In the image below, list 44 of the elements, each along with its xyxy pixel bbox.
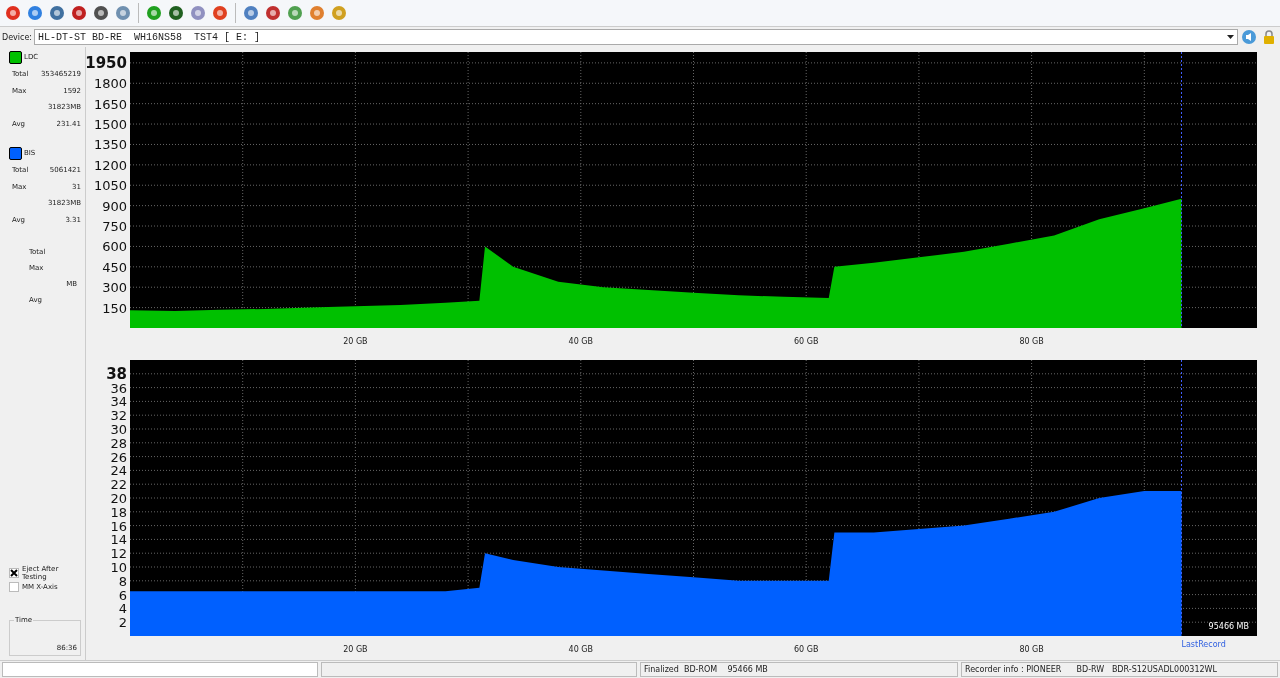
recorder-info-text: Recorder info : PIONEER BD-RW BDR-S12USADL000312WL xyxy=(961,662,1278,677)
y-tick-label: 8 xyxy=(118,573,127,589)
y-tick-label: 34 xyxy=(110,394,127,410)
y-tick-label: 300 xyxy=(102,280,127,296)
y-tick-label: 2 xyxy=(118,615,127,631)
y-tick-label: 18 xyxy=(110,504,127,520)
device-label: Device: xyxy=(2,32,33,42)
x-tick-label: 40 GB xyxy=(568,337,593,346)
y-tick-label: 6 xyxy=(118,587,127,603)
y-tick-label: 26 xyxy=(110,449,127,465)
y-tick-label: 30 xyxy=(110,422,127,437)
x-tick-label: 60 GB xyxy=(794,337,819,346)
y-tick-label: 22 xyxy=(110,477,127,493)
x-tick-label: 60 GB xyxy=(794,645,819,654)
y-tick-label: 1950 xyxy=(86,53,127,72)
disc-status-text: Finalized BD-ROM 95466 MB xyxy=(640,662,958,677)
y-tick-label: 16 xyxy=(110,518,127,534)
end-size-label: 95466 MB xyxy=(1208,622,1249,631)
y-tick-label: 36 xyxy=(110,380,127,396)
x-tick-label: 40 GB xyxy=(568,645,593,654)
y-tick-label: 32 xyxy=(110,408,127,424)
x-tick-label: 20 GB xyxy=(343,337,368,346)
x-tick-label: 80 GB xyxy=(1019,337,1044,346)
y-tick-label: 38 xyxy=(106,364,127,383)
x-tick-label: 20 GB xyxy=(343,645,368,654)
y-tick-label: 14 xyxy=(110,532,127,548)
y-tick-label: 4 xyxy=(118,601,127,617)
y-tick-label: 12 xyxy=(110,546,127,562)
y-tick-label: 1050 xyxy=(93,178,127,194)
y-tick-label: 450 xyxy=(102,259,127,275)
y-tick-label: 1200 xyxy=(93,157,127,173)
y-tick-label: 900 xyxy=(102,198,127,214)
y-tick-label: 24 xyxy=(110,463,127,479)
y-tick-label: 1500 xyxy=(93,117,127,133)
y-tick-label: 28 xyxy=(110,435,127,451)
y-tick-label: 20 xyxy=(110,491,127,506)
x-tick-label: 80 GB xyxy=(1019,645,1044,654)
y-tick-label: 150 xyxy=(102,300,127,316)
y-tick-label: 750 xyxy=(102,219,127,235)
y-tick-label: 1650 xyxy=(93,96,127,112)
y-tick-label: 600 xyxy=(102,239,127,255)
y-tick-label: 1350 xyxy=(93,137,127,153)
y-tick-label: 10 xyxy=(110,560,127,575)
y-tick-label: 1800 xyxy=(93,76,127,92)
